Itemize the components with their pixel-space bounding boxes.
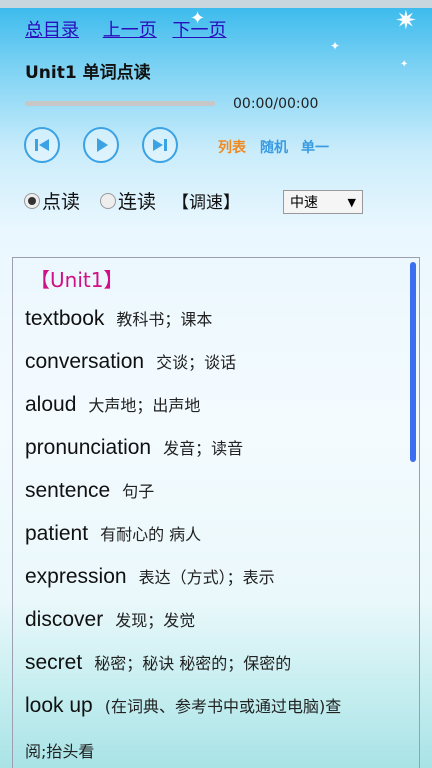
word-meaning: 有耐心的 病人	[100, 525, 202, 544]
point-read-label: 点读	[42, 191, 81, 213]
prev-page-link[interactable]: 上一页	[103, 20, 157, 41]
play-icon	[97, 138, 108, 152]
word-meaning-continuation: 阅;抬头看	[25, 742, 95, 761]
audio-time: 00:00/00:00	[233, 96, 319, 112]
word-meaning: 教科书；课本	[116, 310, 213, 329]
continuous-read-label: 连读	[118, 191, 157, 213]
point-read-radio[interactable]	[24, 192, 40, 209]
word-text: look up	[25, 694, 93, 717]
word-row[interactable]: expression 表达（方式）；表示	[25, 564, 275, 589]
word-text: conversation	[25, 350, 145, 373]
word-meaning: 句子	[122, 482, 155, 501]
sparkle-icon: ✦	[400, 59, 409, 70]
single-mode-button[interactable]: 单一	[301, 137, 329, 157]
word-row[interactable]: conversation 交谈；谈话	[25, 349, 236, 374]
word-text: discover	[25, 608, 104, 631]
home-link[interactable]: 总目录	[25, 20, 79, 41]
word-text: expression	[25, 565, 127, 588]
next-track-button[interactable]	[142, 127, 178, 163]
speed-select-value: 中速	[290, 195, 318, 211]
word-text: pronunciation	[25, 436, 152, 459]
word-meaning: 发音；读音	[163, 439, 244, 458]
word-row[interactable]: patient 有耐心的 病人	[25, 521, 201, 546]
top-nav: 总目录 上一页 下一页	[25, 16, 240, 42]
word-row[interactable]: look up (在词典、参考书中或通过电脑)查	[25, 693, 341, 718]
word-meaning: 交谈；谈话	[156, 353, 237, 372]
word-text: secret	[25, 651, 83, 674]
word-row[interactable]: aloud 大声地；出声地	[25, 392, 200, 417]
word-row[interactable]: secret 秘密；秘诀 秘密的；保密的	[25, 650, 291, 675]
previous-track-button[interactable]	[24, 127, 60, 163]
play-button[interactable]	[83, 127, 119, 163]
continuous-read-radio[interactable]	[100, 192, 117, 209]
word-text: aloud	[25, 393, 77, 416]
word-list-panel[interactable]: 【Unit1】 textbook 教科书；课本 conversation 交谈；谈话 a…	[12, 257, 420, 768]
speed-label: 【调速】	[172, 193, 241, 213]
read-mode-options: 点读 连读 【调速】	[24, 187, 240, 214]
word-row[interactable]: pronunciation 发音；读音	[25, 435, 243, 460]
sparkle-icon: ✷	[395, 6, 417, 36]
sparkle-icon: ✦	[330, 39, 341, 53]
scrollbar-thumb[interactable]	[410, 262, 416, 462]
word-row[interactable]: textbook 教科书；课本	[25, 306, 212, 331]
word-row[interactable]: sentence 句子	[25, 478, 154, 503]
word-meaning: 发现；发觉	[115, 611, 196, 630]
word-meaning: (在词典、参考书中或通过电脑)查	[104, 697, 342, 716]
random-mode-button[interactable]: 随机	[260, 137, 288, 157]
top-bar	[0, 0, 432, 8]
speed-select[interactable]: 中速 ▼	[283, 190, 363, 214]
list-mode-button[interactable]: 列表	[218, 137, 246, 157]
unit-heading: 【Unit1】	[30, 268, 124, 292]
word-meaning: 大声地；出声地	[88, 396, 201, 415]
word-meaning: 秘密；秘诀 秘密的；保密的	[94, 654, 292, 673]
next-page-link[interactable]: 下一页	[172, 20, 226, 41]
word-meaning: 表达（方式）；表示	[138, 568, 275, 587]
word-row[interactable]: discover 发现；发觉	[25, 607, 195, 632]
word-text: patient	[25, 522, 89, 545]
word-text: sentence	[25, 479, 111, 502]
skip-forward-icon	[153, 139, 167, 151]
word-text: textbook	[25, 307, 105, 330]
dropdown-arrow-icon: ▼	[347, 195, 356, 209]
page-title: Unit1 单词点读	[25, 63, 151, 83]
skip-back-icon	[35, 139, 49, 151]
audio-progress-bar[interactable]	[25, 101, 215, 106]
